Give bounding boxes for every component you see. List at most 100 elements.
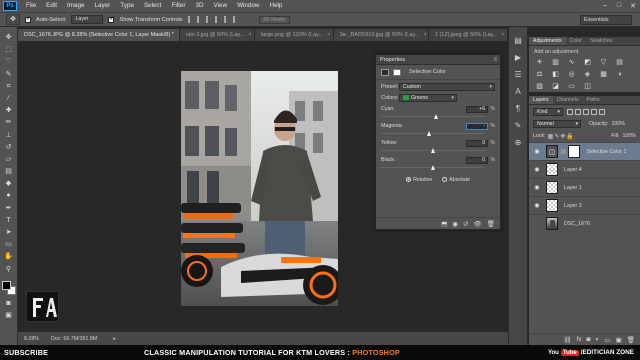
actions-panel-icon[interactable]: ▶ [512, 52, 524, 64]
reset-icon[interactable]: ↺ [463, 220, 468, 228]
align-center-icon[interactable] [196, 16, 204, 23]
brush-panel-icon[interactable]: ✎ [512, 120, 524, 132]
crop-tool-icon[interactable]: ⌗ [3, 82, 15, 92]
close-button[interactable]: ✕ [626, 2, 640, 10]
paragraph-panel-icon[interactable]: ¶ [512, 103, 524, 115]
layer-filter-dropdown[interactable]: Kind [533, 107, 563, 116]
align-top-icon[interactable] [214, 16, 222, 23]
slider-value-field[interactable]: 0 [466, 156, 488, 164]
clone-source-panel-icon[interactable]: ⊕ [512, 137, 524, 149]
type-tool-icon[interactable]: T [3, 216, 15, 226]
pen-tool-icon[interactable]: ✒ [3, 204, 15, 214]
filter-type-icon[interactable] [583, 108, 589, 115]
show-transform-checkbox[interactable] [108, 15, 115, 23]
align-bottom-icon[interactable] [232, 16, 240, 23]
tab-channels[interactable]: Channels [553, 96, 583, 104]
selective-color-icon[interactable]: ◫ [583, 83, 592, 91]
filter-pixel-icon[interactable] [567, 108, 573, 115]
quick-mask-icon[interactable]: ◙ [3, 299, 15, 309]
visibility-icon[interactable]: 👁 [473, 220, 481, 228]
status-arrow-icon[interactable]: ▸ [113, 336, 116, 342]
close-tab-icon[interactable]: × [248, 32, 251, 38]
hue-saturation-icon[interactable]: ▤ [615, 59, 624, 67]
slider-thumb[interactable] [430, 148, 435, 153]
levels-icon[interactable]: ▥ [551, 59, 560, 67]
align-middle-icon[interactable] [223, 16, 231, 23]
marquee-tool-icon[interactable]: ⬚ [3, 45, 15, 55]
document-image[interactable] [181, 71, 338, 306]
healing-brush-tool-icon[interactable]: ✚ [3, 106, 15, 116]
posterize-icon[interactable]: ▨ [535, 83, 544, 91]
menu-3d[interactable]: 3D [190, 0, 208, 12]
menu-file[interactable]: File [21, 0, 41, 12]
menu-edit[interactable]: Edit [41, 0, 62, 12]
slider-value-field[interactable]: - [466, 122, 488, 130]
preset-dropdown[interactable]: Custom [399, 83, 495, 91]
menu-help[interactable]: Help [264, 0, 287, 12]
slider-thumb[interactable] [433, 114, 438, 119]
zoom-tool-icon[interactable]: ⚲ [3, 265, 15, 275]
menu-layer[interactable]: Layer [90, 0, 116, 12]
menu-select[interactable]: Select [139, 0, 167, 12]
slider-thumb[interactable] [427, 131, 432, 136]
document-tab[interactable]: large.png @ 133% (Lay... × [255, 29, 334, 41]
quick-select-tool-icon[interactable]: ✎ [3, 70, 15, 80]
eyedropper-tool-icon[interactable]: ⁄ [3, 94, 15, 104]
exposure-icon[interactable]: ◩ [583, 59, 592, 67]
align-right-icon[interactable] [205, 16, 213, 23]
layer-row[interactable]: ◉ Layer 1 [529, 178, 640, 196]
menu-filter[interactable]: Filter [166, 0, 190, 12]
auto-select-checkbox[interactable] [25, 15, 31, 23]
eraser-tool-icon[interactable]: ▱ [3, 155, 15, 165]
workspace-dropdown[interactable]: Essentials [580, 15, 632, 25]
panel-menu-icon[interactable]: ≡ [493, 57, 497, 63]
fill-value[interactable]: 100% [622, 133, 636, 139]
properties-panel-icon[interactable]: ☰ [512, 69, 524, 81]
filter-adjustment-icon[interactable] [575, 108, 581, 115]
adjustment-icon[interactable] [381, 68, 389, 76]
layer-mask-thumbnail[interactable] [568, 145, 581, 158]
layer-row[interactable]: ◉DSC_1676 [529, 214, 640, 232]
close-tab-icon[interactable]: × [327, 32, 330, 38]
slider-track[interactable] [381, 164, 485, 171]
color-lookup-icon[interactable]: ▦ [599, 71, 608, 79]
close-tab-icon[interactable]: × [423, 32, 426, 38]
curves-icon[interactable]: ∿ [567, 59, 576, 67]
blur-tool-icon[interactable]: ◆ [3, 179, 15, 189]
character-panel-icon[interactable]: A [512, 86, 524, 98]
maximize-button[interactable]: □ [612, 2, 626, 10]
tab-paths[interactable]: Paths [583, 96, 604, 104]
filter-smart-object-icon[interactable] [599, 108, 605, 115]
move-tool-preset-icon[interactable]: ✥ [6, 14, 20, 25]
tab-layers[interactable]: Layers [529, 96, 553, 104]
slider-track[interactable] [381, 130, 485, 137]
tab-swatches[interactable]: Swatches [586, 37, 617, 45]
photo-filter-icon[interactable]: ◎ [567, 71, 576, 79]
color-swatches[interactable] [1, 280, 16, 295]
colors-dropdown[interactable]: Greens [399, 93, 457, 102]
lasso-tool-icon[interactable]: ➰ [3, 57, 15, 67]
slider-track[interactable] [381, 113, 485, 120]
new-layer-icon[interactable]: ▣ [616, 336, 622, 344]
slider-value-field[interactable]: 0 [466, 139, 488, 147]
move-tool-icon[interactable]: ✥ [3, 33, 15, 43]
document-tab[interactable]: DSC_1676.JPG @ 8.28% (Selective Color 1,… [18, 29, 180, 41]
gradient-tool-icon[interactable]: ▤ [3, 167, 15, 177]
document-tab[interactable]: 1 (1Z).jpeg @ 50% (Lay... × [428, 29, 509, 41]
mask-icon[interactable] [393, 68, 401, 76]
tab-adjustments[interactable]: Adjustments [529, 37, 566, 45]
dodge-tool-icon[interactable]: ● [3, 191, 15, 201]
layer-style-icon[interactable]: fx [576, 336, 581, 343]
menu-view[interactable]: View [209, 0, 233, 12]
link-layers-icon[interactable]: ⛓ [563, 336, 571, 344]
brightness-contrast-icon[interactable]: ☀ [535, 59, 544, 67]
slider-track[interactable] [381, 147, 485, 154]
view-previous-icon[interactable]: ◉ [452, 220, 458, 228]
slider-thumb[interactable] [430, 165, 435, 170]
layer-row[interactable]: ◉ ◫ ⛓ Selective Color 1 [529, 142, 640, 160]
history-panel-icon[interactable]: ▤ [512, 35, 524, 47]
menu-window[interactable]: Window [232, 0, 264, 12]
eye-icon[interactable]: ◉ [533, 148, 541, 156]
relative-option[interactable]: Relative [406, 177, 432, 183]
opacity-value[interactable]: 100% [611, 121, 625, 127]
